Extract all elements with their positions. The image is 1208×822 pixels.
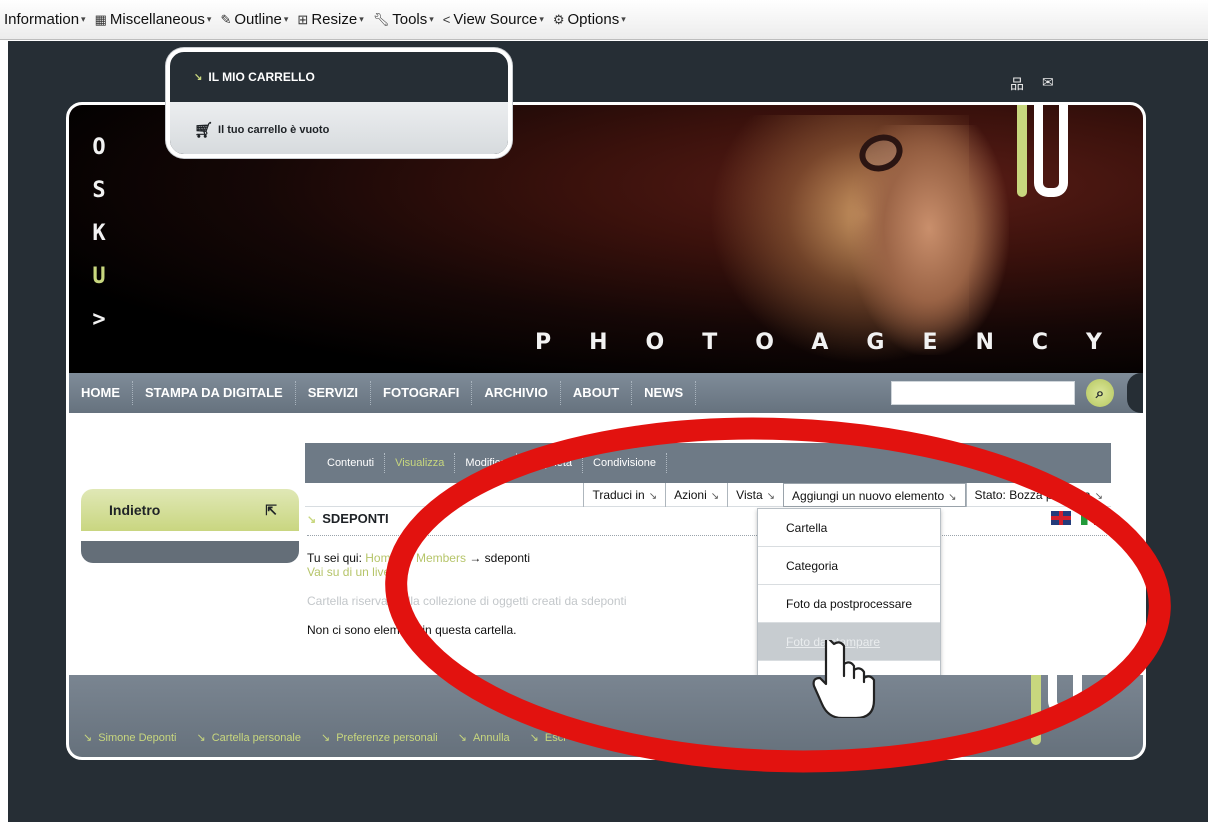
arrow-up-left-icon: ⇱ (265, 501, 277, 518)
divider (307, 535, 1107, 536)
devbar-menu-outline[interactable]: ✎ Outline ▾ (220, 11, 288, 28)
mail-icon[interactable]: ✉ (1042, 74, 1054, 94)
search-button[interactable]: ⌕ (1086, 379, 1114, 407)
nav-item-stampa-da-digitale[interactable]: STAMPA DA DIGITALE (133, 381, 296, 405)
caret-down-icon: ▾ (81, 14, 86, 24)
footer-link-user[interactable]: ↘ Simone Deponti (83, 731, 177, 744)
web-developer-toolbar: Information ▾ ▦ Miscellaneous ▾ ✎ Outline ▾ ⊞… (0, 0, 1208, 40)
menu-item-foto-da-postprocessare[interactable]: Foto da postprocessare (758, 585, 940, 623)
devbar-menu-resize[interactable]: ⊞ Resize ▾ (297, 11, 363, 28)
arrow-down-right-icon: ↘ (766, 490, 776, 502)
breadcrumb-current: sdeponti (484, 551, 531, 565)
tab-visualizza[interactable]: Visualizza (385, 453, 456, 473)
page-title: ↘ SDEPONTI (307, 511, 389, 526)
gear-icon: ⚙ (552, 11, 565, 27)
content-tabs: Contenuti Visualizza Modifica Proprietà … (305, 443, 1111, 483)
devbar-menu-options[interactable]: ⚙ Options ▾ (553, 11, 626, 28)
footer-logo-mark (1031, 675, 1082, 745)
main-frame: O S K U > PHOTOAGENCY HOME STAMPA DA DIG… (66, 102, 1146, 760)
brand-logo-mark (1017, 105, 1077, 197)
resize-icon: ⊞ (297, 11, 309, 27)
caret-down-icon: ▾ (283, 14, 289, 24)
code-icon: < (442, 12, 451, 27)
arrow-down-right-icon: ↘ (529, 732, 539, 744)
back-button[interactable]: Indietro ⇱ (81, 489, 299, 531)
nav-item-news[interactable]: NEWS (632, 381, 697, 405)
arrow-down-right-icon: ↘ (83, 732, 93, 744)
content-area: Indietro ⇱ Contenuti Visualizza Modifica… (69, 413, 1143, 700)
devbar-menu-miscellaneous[interactable]: ▦ Miscellaneous ▾ (95, 11, 212, 28)
hand-pointer-cursor-icon (812, 640, 876, 718)
footer-link-cancel[interactable]: ↘ Annulla (458, 731, 510, 744)
up-one-level-link[interactable]: Vai su di un livello (307, 565, 402, 579)
caret-down-icon: ▾ (539, 14, 544, 24)
view-menu[interactable]: Vista ↘ (727, 482, 783, 507)
devbar-menu-tools[interactable]: 🔧︎ Tools ▾ (373, 11, 434, 28)
main-navigation: HOME STAMPA DA DIGITALE SERVIZI FOTOGRAF… (69, 373, 1143, 413)
add-new-item-menu[interactable]: Aggiungi un nuovo elemento ↘ (783, 482, 966, 507)
arrow-down-right-icon: ↘ (457, 732, 467, 744)
arrow-down-right-icon: ↘ (1094, 490, 1103, 502)
menu-item-categoria[interactable]: Categoria (758, 547, 940, 585)
arrow-down-right-icon: ↘ (321, 732, 331, 744)
arrow-down-right-icon: ↘ (307, 514, 317, 526)
footer-link-preferences[interactable]: ↘ Preferenze personali (321, 731, 438, 744)
footer-link-personal-folder[interactable]: ↘ Cartella personale (197, 731, 302, 744)
devbar-menu-view-source[interactable]: < View Source ▾ (443, 11, 544, 28)
arrow-down-right-icon: ↘ (710, 490, 720, 502)
flag-it-icon[interactable] (1081, 511, 1101, 525)
search-input[interactable] (891, 381, 1075, 405)
cart-header[interactable]: ↘ IL MIO CARRELLO (170, 52, 508, 102)
grid-icon: ▦ (94, 11, 107, 27)
nav-item-home[interactable]: HOME (69, 381, 133, 405)
caret-down-icon: ▾ (429, 14, 434, 24)
breadcrumb-home-link[interactable]: Home (365, 551, 397, 565)
vertical-logo: O S K U > (92, 135, 106, 332)
photoagency-wordmark: PHOTOAGENCY (535, 330, 1140, 355)
empty-folder-message: Non ci sono elementi in questa cartella. (307, 623, 517, 637)
caret-down-icon: ▾ (621, 14, 626, 24)
cart-popup: ↘ IL MIO CARRELLO 🛒︎ Il tuo carrello è vuo… (166, 48, 512, 158)
tab-contenuti[interactable]: Contenuti (317, 453, 386, 473)
devbar-menu-information[interactable]: Information ▾ (4, 11, 86, 28)
empty-cart-icon: 🛒︎ (194, 122, 214, 139)
footer-link-logout[interactable]: ↘ Esci (530, 731, 566, 744)
arrow-down-right-icon: ↘ (194, 71, 203, 83)
nav-item-servizi[interactable]: SERVIZI (296, 381, 372, 405)
translate-menu[interactable]: Traduci in ↘ (583, 482, 665, 507)
sitemap-icon[interactable]: 品 (1010, 74, 1024, 94)
nav-item-fotografi[interactable]: FOTOGRAFI (371, 381, 473, 405)
footer: ↘ Simone Deponti ↘ Cartella personale ↘ Pre… (69, 675, 1143, 757)
footer-links: ↘ Simone Deponti ↘ Cartella personale ↘ Pre… (83, 731, 566, 744)
folder-description: Cartella riservata alla collezione di og… (307, 594, 627, 608)
wrench-icon: 🔧︎ (372, 11, 390, 27)
pencil-icon: ✎ (220, 11, 232, 27)
sidebar-portlet-footer (81, 541, 299, 563)
caret-down-icon: ▾ (206, 14, 212, 24)
language-selector (1051, 511, 1101, 525)
actions-menu[interactable]: Azioni ↘ (665, 482, 727, 507)
menu-item-cartella[interactable]: Cartella (758, 509, 940, 547)
arrow-down-right-icon: ↘ (196, 732, 206, 744)
cart-body: 🛒︎ Il tuo carrello è vuoto (170, 102, 508, 154)
breadcrumb-members-link[interactable]: Members (416, 551, 466, 565)
state-menu[interactable]: Stato: Bozza pubblica ↘ (965, 482, 1111, 507)
caret-down-icon: ▾ (359, 14, 364, 24)
arrow-down-right-icon: ↘ (948, 491, 957, 503)
flag-uk-icon[interactable] (1051, 511, 1071, 525)
tab-proprieta[interactable]: Proprietà (517, 453, 584, 473)
search-icon: ⌕ (1095, 384, 1105, 402)
tab-condivisione[interactable]: Condivisione (583, 453, 668, 473)
arrow-down-right-icon: ↘ (648, 490, 658, 502)
nav-item-archivio[interactable]: ARCHIVIO (472, 381, 561, 405)
header-utility-icons: 品 ✉ (1010, 74, 1054, 94)
content-actions-bar: Traduci in ↘ Azioni ↘ Vista ↘ Aggiungi un n… (305, 482, 1111, 507)
nav-item-about[interactable]: ABOUT (561, 381, 633, 405)
breadcrumb: Tu sei qui: Home → Members → sdeponti (307, 551, 531, 565)
tab-modifica[interactable]: Modifica (455, 453, 518, 473)
